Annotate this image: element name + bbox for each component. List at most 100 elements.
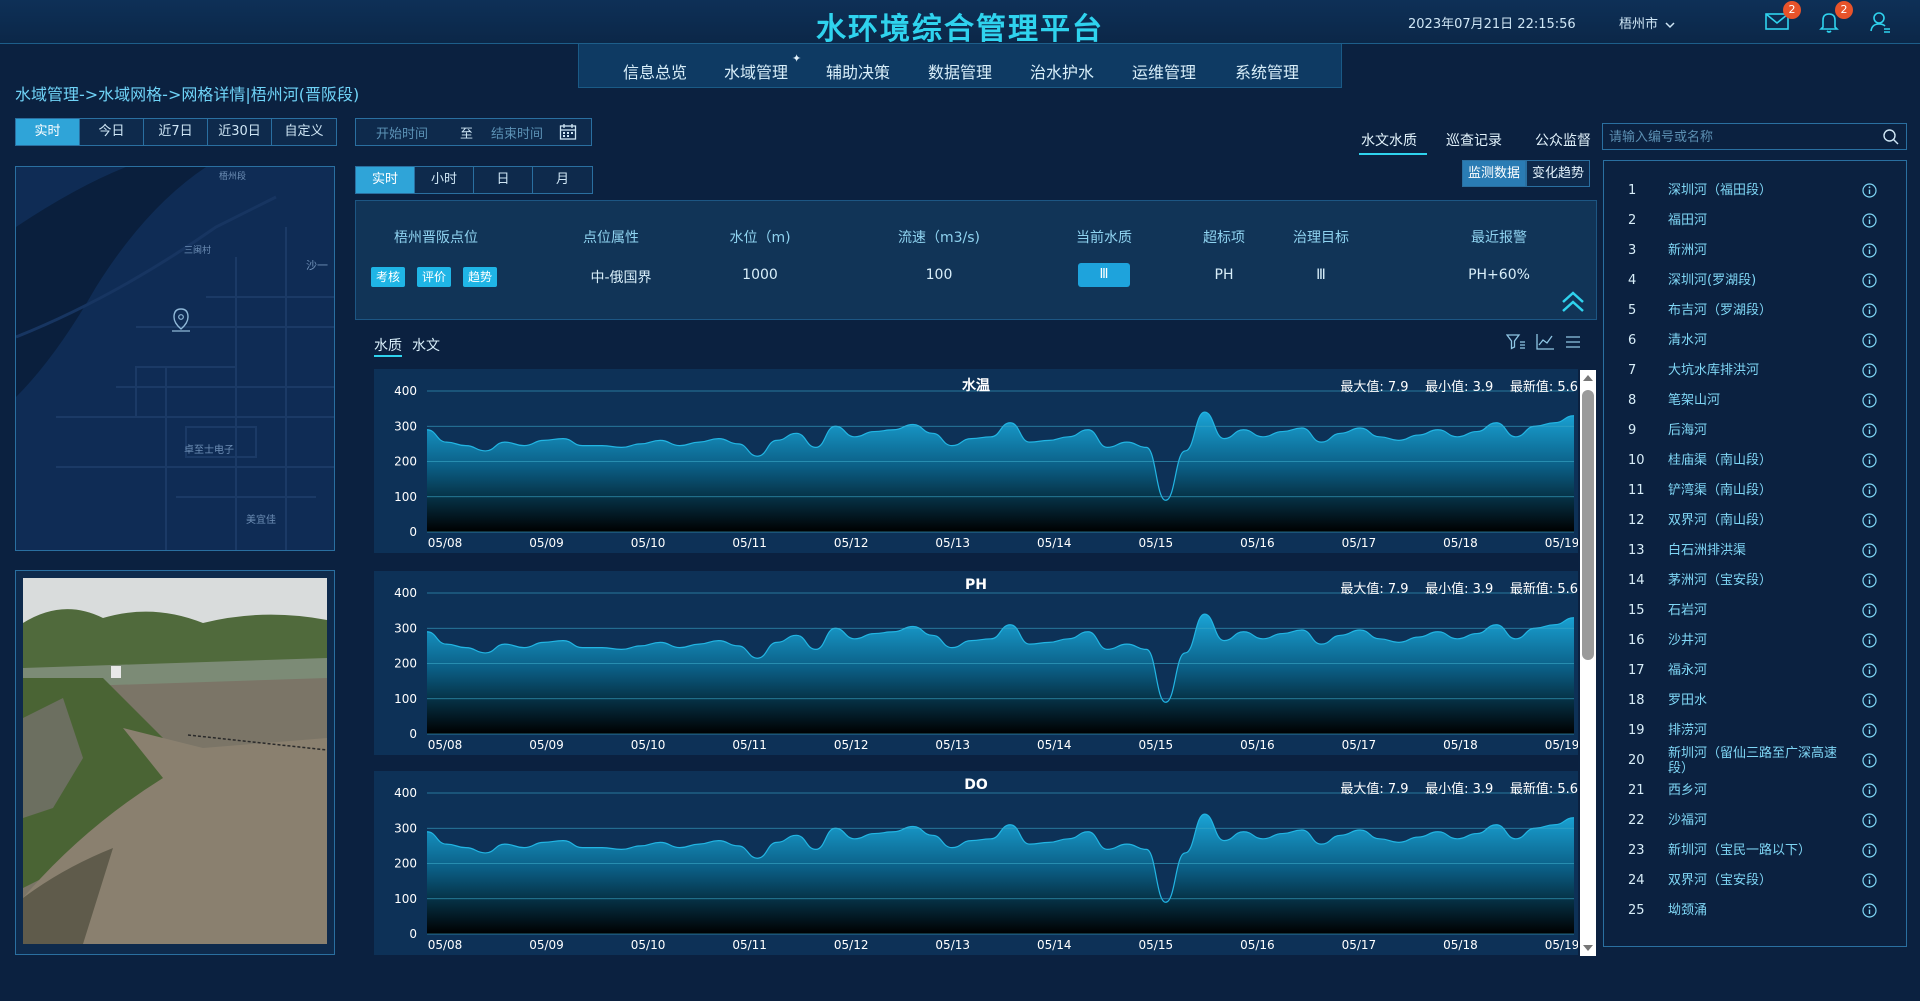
- tag-evaluation[interactable]: 评价: [417, 267, 452, 287]
- info-icon[interactable]: [1862, 483, 1877, 498]
- granularity-hour[interactable]: 小时: [415, 167, 474, 193]
- chart-y-tick: 300: [394, 821, 417, 835]
- date-range-picker[interactable]: 开始时间 至 结束时间: [355, 118, 592, 146]
- nav-operations[interactable]: 运维管理: [1132, 59, 1196, 83]
- scrollbar-thumb[interactable]: [1582, 390, 1594, 660]
- end-time-field[interactable]: 结束时间: [491, 123, 543, 142]
- river-list-item[interactable]: 4 深圳河(罗湖段): [1604, 271, 1906, 299]
- nav-info-overview[interactable]: 信息总览: [623, 59, 687, 83]
- granularity-day[interactable]: 日: [474, 167, 533, 193]
- search-input[interactable]: [1609, 127, 1879, 147]
- scroll-down-icon[interactable]: [1580, 942, 1596, 954]
- info-icon[interactable]: [1862, 903, 1877, 918]
- info-icon[interactable]: [1862, 813, 1877, 828]
- river-list-item[interactable]: 23 新圳河（宝民一路以下）: [1604, 841, 1906, 869]
- time-range-7days[interactable]: 近7日: [144, 119, 208, 145]
- info-icon[interactable]: [1862, 543, 1877, 558]
- info-icon[interactable]: [1862, 723, 1877, 738]
- info-icon[interactable]: [1862, 213, 1877, 228]
- info-icon[interactable]: [1862, 693, 1877, 708]
- info-icon[interactable]: [1862, 243, 1877, 258]
- tab-public-supervision[interactable]: 公众监督: [1535, 130, 1591, 150]
- info-icon[interactable]: [1862, 573, 1877, 588]
- river-list-item[interactable]: 3 新洲河: [1604, 241, 1906, 269]
- city-selector[interactable]: 梧州市: [1619, 13, 1676, 32]
- info-icon[interactable]: [1862, 843, 1877, 858]
- time-range-30days[interactable]: 近30日: [208, 119, 272, 145]
- mail-button[interactable]: 2: [1764, 1, 1801, 34]
- list-icon[interactable]: [1563, 333, 1583, 351]
- tab-trend[interactable]: 变化趋势: [1526, 160, 1591, 187]
- info-icon[interactable]: [1862, 303, 1877, 318]
- river-list-item[interactable]: 5 布吉河（罗湖段）: [1604, 301, 1906, 329]
- collapse-up-icon[interactable]: [1559, 289, 1587, 315]
- info-icon[interactable]: [1862, 663, 1877, 678]
- river-list-item[interactable]: 2 福田河: [1604, 211, 1906, 239]
- nav-system-management[interactable]: 系统管理: [1235, 59, 1299, 83]
- river-list: 1 深圳河（福田段） 2 福田河 3 新洲河 4 深圳河(罗湖段) 5 布吉河（罗湖段） 6 清水河 7…: [1603, 160, 1907, 947]
- info-icon[interactable]: [1862, 783, 1877, 798]
- river-list-item[interactable]: 14 茅洲河（宝安段）: [1604, 571, 1906, 599]
- info-icon[interactable]: [1862, 363, 1877, 378]
- tag-assessment[interactable]: 考核: [371, 267, 406, 287]
- nav-decision-support[interactable]: 辅助决策: [826, 59, 890, 83]
- line-chart-icon[interactable]: [1535, 333, 1555, 351]
- tab-hydrology[interactable]: 水文: [412, 335, 440, 355]
- river-list-item[interactable]: 17 福永河: [1604, 661, 1906, 689]
- info-icon[interactable]: [1862, 753, 1877, 768]
- tab-water-quality[interactable]: 水质: [374, 335, 402, 357]
- location-map[interactable]: 梧州段 三闽村 沙一 卓至士电子 美宜佳: [15, 166, 335, 551]
- info-icon[interactable]: [1862, 423, 1877, 438]
- info-icon[interactable]: [1862, 633, 1877, 648]
- notification-button[interactable]: 2: [1816, 1, 1853, 34]
- info-icon[interactable]: [1862, 513, 1877, 528]
- info-icon[interactable]: [1862, 873, 1877, 888]
- charts-scrollbar[interactable]: [1580, 370, 1596, 956]
- info-icon[interactable]: [1862, 333, 1877, 348]
- river-list-item[interactable]: 24 双界河（宝安段）: [1604, 871, 1906, 899]
- info-icon[interactable]: [1862, 273, 1877, 288]
- time-range-realtime[interactable]: 实时: [16, 119, 80, 145]
- tag-trend[interactable]: 趋势: [463, 267, 498, 287]
- river-list-item[interactable]: 12 双界河（南山段）: [1604, 511, 1906, 539]
- user-button[interactable]: [1868, 10, 1894, 34]
- tab-monitoring-data[interactable]: 监测数据: [1462, 160, 1527, 187]
- river-list-item[interactable]: 7 大坑水库排洪河: [1604, 361, 1906, 389]
- river-list-item[interactable]: 6 清水河: [1604, 331, 1906, 359]
- river-list-item[interactable]: 10 桂庙渠（南山段）: [1604, 451, 1906, 479]
- info-icon[interactable]: [1862, 453, 1877, 468]
- river-list-item[interactable]: 9 后海河: [1604, 421, 1906, 449]
- river-list-item[interactable]: 25 坳颈涌: [1604, 901, 1906, 929]
- granularity-month[interactable]: 月: [533, 167, 592, 193]
- start-time-field[interactable]: 开始时间: [376, 123, 428, 142]
- scroll-up-icon[interactable]: [1580, 372, 1596, 384]
- granularity-realtime[interactable]: 实时: [356, 167, 415, 193]
- river-list-item[interactable]: 19 排涝河: [1604, 721, 1906, 749]
- river-list-item[interactable]: 13 白石洲排洪渠: [1604, 541, 1906, 569]
- info-icon[interactable]: [1862, 393, 1877, 408]
- river-list-item[interactable]: 16 沙井河: [1604, 631, 1906, 659]
- info-icon[interactable]: [1862, 603, 1877, 618]
- nav-water-governance[interactable]: 治水护水: [1030, 59, 1094, 83]
- tab-patrol-records[interactable]: 巡查记录: [1446, 130, 1502, 150]
- time-range-custom[interactable]: 自定义: [272, 119, 336, 145]
- value-water-level: 1000: [742, 267, 778, 283]
- nav-water-management[interactable]: 水域管理 ✦: [724, 52, 801, 83]
- river-number: 3: [1628, 243, 1637, 258]
- river-name: 深圳河(罗湖段): [1668, 273, 1757, 288]
- filter-icon[interactable]: [1506, 333, 1526, 351]
- river-list-item[interactable]: 22 沙福河: [1604, 811, 1906, 839]
- river-list-item[interactable]: 11 铲湾渠（南山段）: [1604, 481, 1906, 509]
- river-list-item[interactable]: 1 深圳河（福田段）: [1604, 181, 1906, 209]
- river-list-item[interactable]: 15 石岩河: [1604, 601, 1906, 629]
- river-list-item[interactable]: 21 西乡河: [1604, 781, 1906, 809]
- nav-data-management[interactable]: 数据管理: [928, 59, 992, 83]
- info-icon[interactable]: [1862, 183, 1877, 198]
- tab-hydrology-quality[interactable]: 水文水质: [1359, 130, 1427, 155]
- time-range-today[interactable]: 今日: [80, 119, 144, 145]
- search-icon[interactable]: [1882, 128, 1900, 146]
- river-list-item[interactable]: 18 罗田水: [1604, 691, 1906, 719]
- calendar-icon[interactable]: [559, 123, 577, 141]
- river-list-item[interactable]: 20 新圳河（留仙三路至广深高速段）: [1604, 746, 1906, 779]
- river-list-item[interactable]: 8 笔架山河: [1604, 391, 1906, 419]
